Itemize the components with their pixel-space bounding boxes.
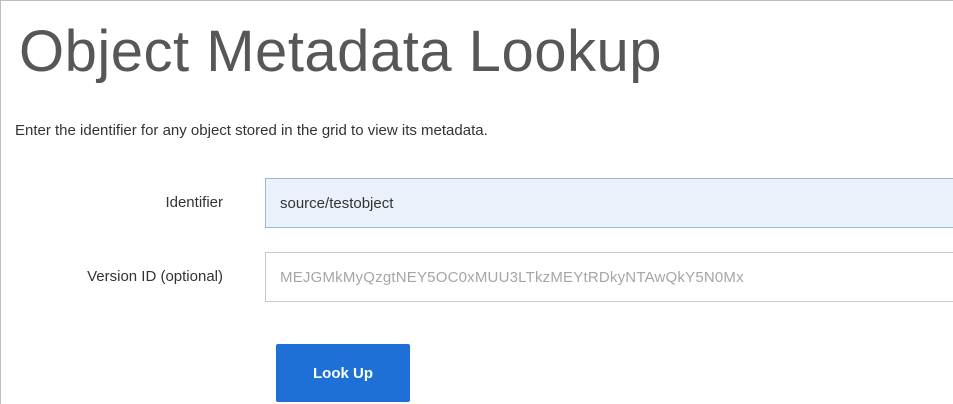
look-up-button[interactable]: Look Up bbox=[276, 344, 410, 402]
page-description: Enter the identifier for any object stor… bbox=[15, 122, 488, 139]
object-metadata-lookup-page: Object Metadata Lookup Enter the identif… bbox=[0, 0, 953, 404]
version-id-input[interactable] bbox=[265, 252, 953, 302]
page-title: Object Metadata Lookup bbox=[19, 19, 662, 84]
version-id-label: Version ID (optional) bbox=[87, 268, 223, 285]
identifier-input[interactable] bbox=[265, 178, 953, 228]
identifier-label: Identifier bbox=[165, 194, 223, 211]
